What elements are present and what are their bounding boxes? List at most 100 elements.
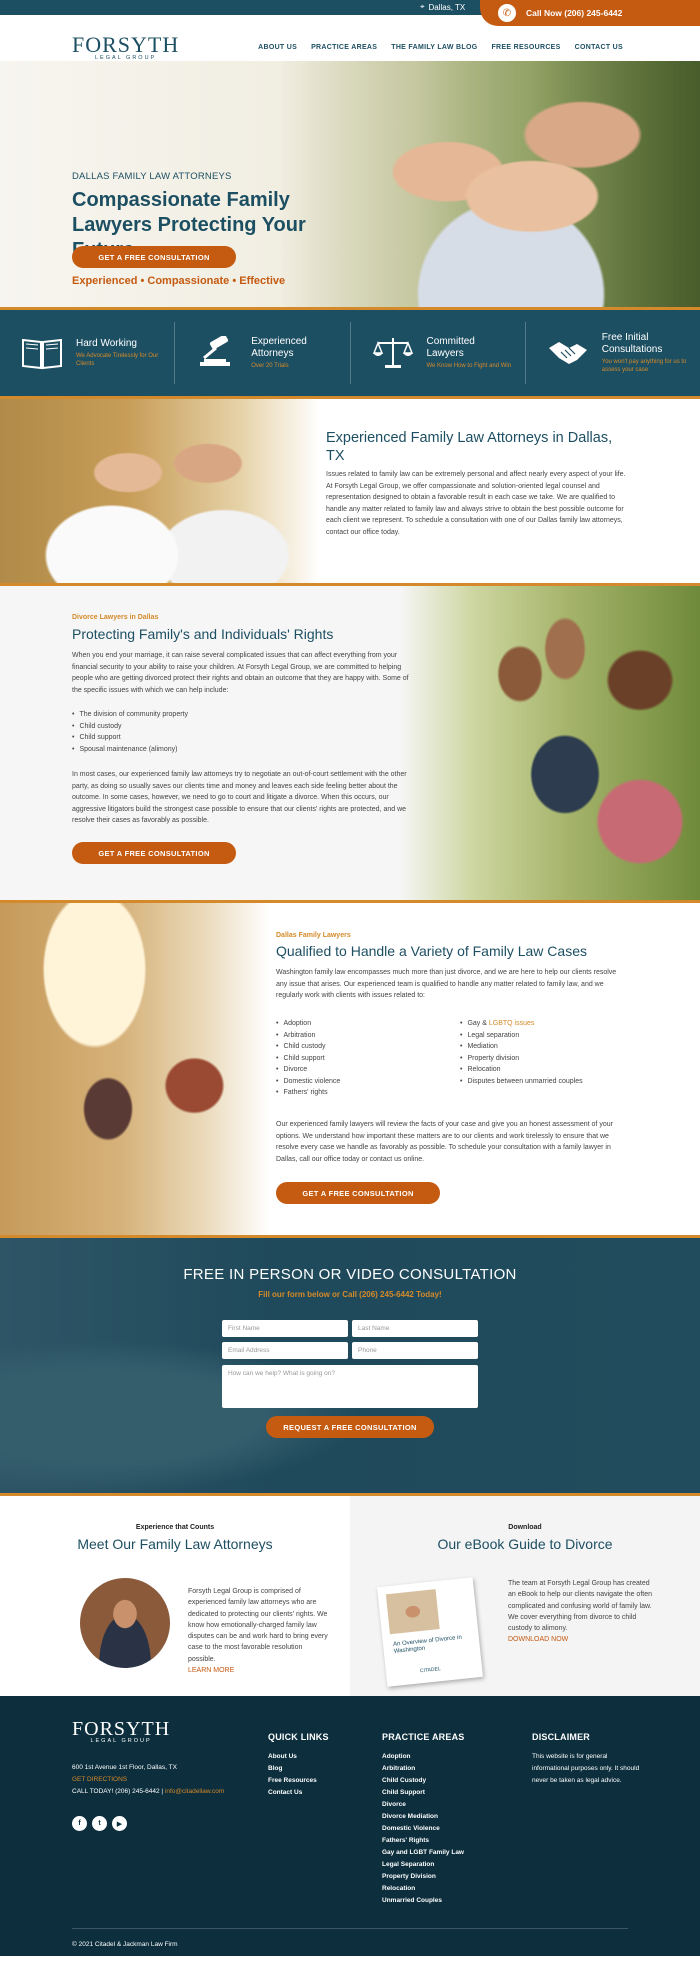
message-field[interactable]: How can we help? What is going on? — [222, 1365, 478, 1408]
hero-tagline: Experienced • Compassionate • Effective — [72, 275, 286, 287]
nav-free-resources[interactable]: FREE RESOURCES — [491, 44, 560, 51]
feature-sub: We Advocate Tirelessly for Our Clients — [76, 353, 159, 367]
footer-link[interactable]: Child Support — [382, 1787, 464, 1799]
footer-link[interactable]: Blog — [268, 1763, 329, 1775]
list-item: Legal separation — [460, 1030, 644, 1042]
nav-family-law-blog[interactable]: THE FAMILY LAW BLOG — [391, 44, 477, 51]
get-directions-link[interactable]: GET DIRECTIONS — [72, 1774, 224, 1786]
footer-call: CALL TODAY! (206) 245-6442 — [72, 1788, 160, 1795]
family-law-section: Dallas Family Lawyers Qualified to Handl… — [0, 903, 700, 1235]
location-text: Dallas, TX — [428, 2, 466, 12]
footer-link[interactable]: Adoption — [382, 1751, 464, 1763]
scales-icon — [371, 333, 415, 373]
feature-sub: Over 20 Trials — [251, 363, 289, 369]
site-footer: FORSYTH LEGAL GROUP 600 1st Avenue 1st F… — [0, 1696, 700, 1956]
call-now-label: Call Now (206) 245-6442 — [526, 8, 623, 18]
hero-family-photo — [280, 61, 700, 307]
request-consultation-button[interactable]: REQUEST A FREE CONSULTATION — [266, 1416, 434, 1438]
features-band: Hard Working We Advocate Tirelessly for … — [0, 307, 700, 399]
footer-link[interactable]: Gay and LGBT Family Law — [382, 1847, 464, 1859]
top-bar: ⌖ Dallas, TX ✆ Call Now (206) 245-6442 — [0, 0, 700, 26]
location[interactable]: ⌖ Dallas, TX — [420, 2, 465, 12]
first-name-field[interactable]: First Name — [222, 1320, 348, 1337]
intro-family-photo — [0, 399, 320, 583]
lgbtq-issues-link[interactable]: LGBTQ issues — [489, 1020, 535, 1027]
handshake-icon — [546, 333, 590, 373]
family-walk-photo — [0, 903, 270, 1235]
divorce-issues-list: The division of community property Child… — [72, 709, 188, 755]
footer-link[interactable]: Relocation — [382, 1883, 464, 1895]
footer-email-link[interactable]: info@citadellaw.com — [165, 1788, 224, 1795]
footer-link[interactable]: Fathers' Rights — [382, 1835, 464, 1847]
footer-link[interactable]: Divorce Mediation — [382, 1811, 464, 1823]
feature-experienced: Experienced Attorneys Over 20 Trials — [175, 322, 351, 384]
last-name-field[interactable]: Last Name — [352, 1320, 478, 1337]
email-field[interactable]: Email Address — [222, 1342, 348, 1359]
list-item: The division of community property — [72, 709, 188, 721]
ebook-body: The team at Forsyth Legal Group has crea… — [508, 1578, 653, 1646]
footer-divider — [72, 1928, 628, 1929]
list-item: Divorce — [276, 1064, 460, 1076]
social-links: f t ▶ — [72, 1816, 127, 1831]
divorce-section: Divorce Lawyers in Dallas Protecting Fam… — [0, 586, 700, 903]
ebook-cover-brand: CITADEL — [419, 1666, 441, 1675]
consultation-form-section: FREE IN PERSON OR VIDEO CONSULTATION Fil… — [0, 1235, 700, 1493]
footer-link[interactable]: Child Custody — [382, 1775, 464, 1787]
meet-title: Meet Our Family Law Attorneys — [77, 1536, 273, 1552]
meet-eyebrow: Experience that Counts — [135, 1524, 215, 1531]
footer-logo[interactable]: FORSYTH LEGAL GROUP — [72, 1719, 170, 1744]
ebook-title: Our eBook Guide to Divorce — [437, 1536, 613, 1552]
footer-link[interactable]: Property Division — [382, 1871, 464, 1883]
list-item: Adoption — [276, 1018, 460, 1030]
consultation-subtitle: Fill our form below or Call (206) 245-64… — [258, 1290, 442, 1299]
twitter-icon[interactable]: t — [92, 1816, 107, 1831]
site-logo[interactable]: FORSYTH LEGAL GROUP — [72, 34, 179, 62]
download-now-link[interactable]: DOWNLOAD NOW — [508, 1634, 653, 1645]
book-icon — [20, 333, 64, 373]
learn-more-link[interactable]: LEARN MORE — [188, 1665, 328, 1676]
footer-link[interactable]: Arbitration — [382, 1763, 464, 1775]
nav-practice-areas[interactable]: PRACTICE AREAS — [311, 44, 377, 51]
family-paragraph-1: Washington family law encompasses much m… — [276, 969, 617, 999]
hero: DALLAS FAMILY LAW ATTORNEYS Compassionat… — [0, 61, 700, 307]
youtube-icon[interactable]: ▶ — [112, 1816, 127, 1831]
footer-link[interactable]: Legal Separation — [382, 1859, 464, 1871]
list-item: Disputes between unmarried couples — [460, 1076, 644, 1088]
case-list-right: Gay & LGBTQ issues Legal separation Medi… — [460, 1018, 644, 1099]
footer-link[interactable]: Divorce — [382, 1799, 464, 1811]
footer-link[interactable]: Unmarried Couples — [382, 1895, 464, 1907]
family-eyebrow: Dallas Family Lawyers — [276, 932, 351, 939]
footer-call-line: CALL TODAY! (206) 245-6442 | info@citade… — [72, 1786, 224, 1798]
nav-contact-us[interactable]: CONTACT US — [575, 44, 623, 51]
footer-link[interactable]: Domestic Violence — [382, 1823, 464, 1835]
nav-about-us[interactable]: ABOUT US — [258, 44, 297, 51]
copyright: © 2021 Citadel & Jackman Law Firm — [72, 1941, 178, 1948]
footer-disclaimer: DISCLAIMER This website is for general i… — [532, 1732, 642, 1787]
phone-icon: ✆ — [498, 4, 516, 22]
list-item: Child custody — [72, 721, 188, 733]
quick-links-title: QUICK LINKS — [268, 1732, 329, 1742]
hero-kicker: DALLAS FAMILY LAW ATTORNEYS — [72, 171, 232, 182]
footer-link[interactable]: Contact Us — [268, 1787, 329, 1799]
family-consultation-button[interactable]: GET A FREE CONSULTATION — [276, 1182, 440, 1204]
map-pin-icon: ⌖ — [420, 2, 425, 11]
list-item: Spousal maintenance (alimony) — [72, 744, 188, 756]
list-item: Domestic violence — [276, 1076, 460, 1088]
facebook-icon[interactable]: f — [72, 1816, 87, 1831]
family-case-types: Adoption Arbitration Child custody Child… — [276, 1018, 644, 1099]
ebook-cover[interactable]: An Overview of Divorce in Washington CIT… — [377, 1577, 483, 1687]
ebook-guide: Download Our eBook Guide to Divorce An O… — [350, 1496, 700, 1696]
hero-consultation-button[interactable]: GET A FREE CONSULTATION — [72, 246, 236, 268]
footer-link[interactable]: About Us — [268, 1751, 329, 1763]
call-now-button[interactable]: ✆ Call Now (206) 245-6442 — [480, 0, 700, 26]
divorce-consultation-button[interactable]: GET A FREE CONSULTATION — [72, 842, 236, 864]
feature-hard-working: Hard Working We Advocate Tirelessly for … — [0, 322, 176, 384]
list-item: Child support — [72, 732, 188, 744]
disclaimer-title: DISCLAIMER — [532, 1732, 590, 1742]
attorney-avatar — [80, 1578, 170, 1668]
divorce-title: Protecting Family's and Individuals' Rig… — [72, 626, 334, 642]
phone-field[interactable]: Phone — [352, 1342, 478, 1359]
footer-link[interactable]: Free Resources — [268, 1775, 329, 1787]
footer-separator: | — [161, 1788, 164, 1795]
footer-address: 600 1st Avenue 1st Floor, Dallas, TX — [72, 1764, 177, 1771]
